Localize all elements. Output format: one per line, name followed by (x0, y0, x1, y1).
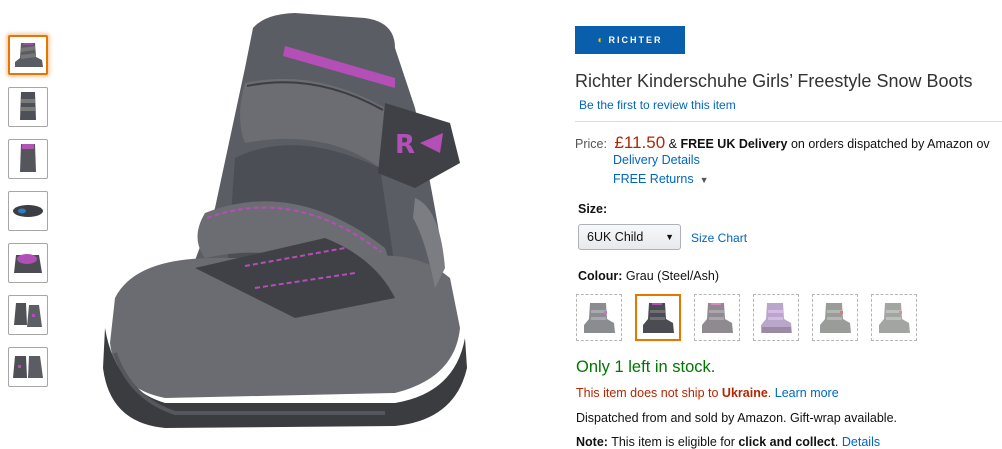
boot-top-thumbnail-icon (14, 254, 42, 273)
shipping-period: . (767, 386, 772, 400)
boot-pair-thumbnail-icon (14, 303, 42, 327)
thumbnail-3[interactable] (8, 139, 48, 179)
size-dropdown[interactable]: 6UK Child ▼ (578, 224, 681, 250)
colour-swatch-3[interactable] (694, 294, 740, 341)
shipping-restriction: This item does not ship to Ukraine. Lear… (576, 386, 839, 400)
free-returns-link[interactable]: FREE Returns ▼ (613, 172, 709, 186)
boot-side-thumbnail-icon (20, 92, 36, 120)
boot-swatch-lilac-icon (761, 302, 792, 333)
thumbnail-4[interactable] (8, 191, 48, 231)
dropdown-arrow-icon: ▼ (665, 232, 674, 242)
colour-swatches (576, 294, 930, 341)
colour-selected-value: Grau (Steel/Ash) (625, 269, 720, 283)
note-text: This item is eligible for (611, 435, 735, 449)
price-ampersand: & (668, 137, 677, 151)
price-row: Price: £11.50 & FREE UK Delivery on orde… (575, 133, 990, 153)
thumbnail-2[interactable] (8, 87, 48, 127)
colour-swatch-4[interactable] (753, 294, 799, 341)
boot-thumbnail-icon (15, 43, 43, 67)
note-period: . (834, 435, 839, 449)
product-main-image[interactable]: R (95, 8, 505, 438)
thumbnail-list (8, 35, 50, 399)
boot-sole-thumbnail-icon (13, 205, 43, 217)
size-label: Size: (578, 202, 608, 216)
product-title: Richter Kinderschuhe Girls’ Freestyle Sn… (575, 71, 973, 91)
boot-back-thumbnail-icon (20, 144, 36, 172)
stock-status: Only 1 left in stock. (576, 358, 716, 376)
delivery-suffix: on orders dispatched by Amazon ov (790, 137, 990, 151)
boot-swatch-grey-pink-icon (702, 302, 733, 333)
size-chart-link[interactable]: Size Chart (691, 231, 747, 245)
thumbnail-7[interactable] (8, 347, 48, 387)
note-bold: click and collect (738, 435, 835, 449)
svg-text:R: R (395, 130, 415, 160)
colour-swatch-2[interactable] (635, 294, 681, 341)
colour-swatch-6[interactable] (871, 294, 917, 341)
caret-down-icon: ▼ (699, 175, 709, 185)
thumbnail-5[interactable] (8, 243, 48, 283)
boot-swatch-grey-icon (584, 302, 615, 333)
thumbnail-1[interactable] (8, 35, 48, 75)
colour-swatch-1[interactable] (576, 294, 622, 341)
dispatch-info: Dispatched from and sold by Amazon. Gift… (576, 411, 897, 425)
review-link[interactable]: Be the first to review this item (579, 98, 736, 112)
brand-logo[interactable]: ◐ RICHTER (575, 26, 685, 54)
brand-swirl-icon: ◐ (597, 34, 606, 46)
boot-pair-alt-thumbnail-icon (13, 356, 43, 378)
note-label: Note: (576, 435, 608, 449)
free-delivery-text: FREE UK Delivery (680, 137, 788, 151)
boot-swatch-silver-icon (879, 302, 910, 333)
colour-label: Colour: (578, 269, 623, 283)
details-link[interactable]: Details (842, 435, 880, 449)
price-value: £11.50 (614, 133, 666, 152)
colour-row: Colour: Grau (Steel/Ash) (578, 269, 719, 283)
brand-logo-text: RICHTER (608, 35, 663, 45)
colour-swatch-5[interactable] (812, 294, 858, 341)
free-returns-label: FREE Returns (613, 172, 694, 186)
boot-swatch-steel-icon (643, 302, 674, 333)
size-selected-value: 6UK Child (587, 230, 644, 244)
boot-swatch-light-grey-icon (820, 302, 851, 333)
thumbnail-6[interactable] (8, 295, 48, 335)
learn-more-link[interactable]: Learn more (775, 386, 839, 400)
divider (575, 121, 1002, 122)
shipping-country: Ukraine (721, 386, 768, 400)
click-collect-note: Note: This item is eligible for click an… (576, 435, 880, 449)
delivery-details-link[interactable]: Delivery Details (613, 153, 700, 167)
shipping-prefix: This item does not ship to (576, 386, 719, 400)
price-label: Price: (575, 137, 607, 151)
